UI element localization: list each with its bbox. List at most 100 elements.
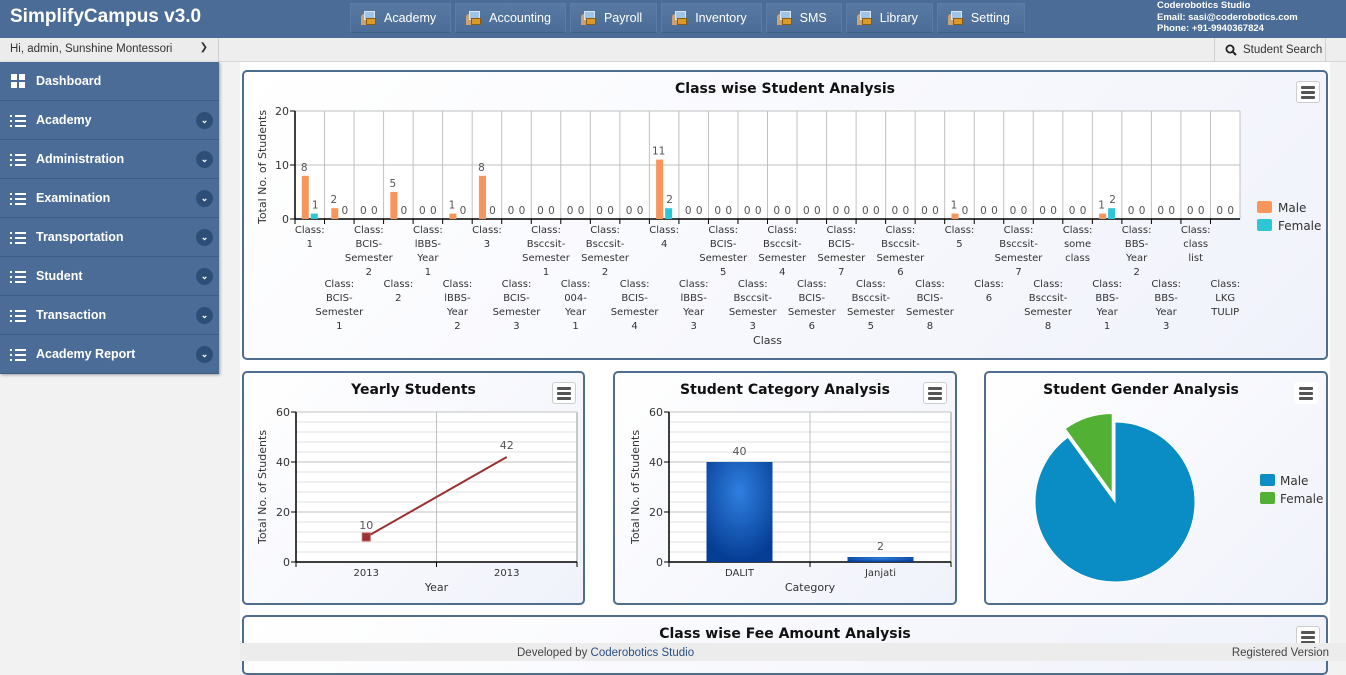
grid-icon xyxy=(10,74,26,88)
expand-chevron-icon[interactable]: ⌄ xyxy=(196,151,213,168)
sidebar-item-transaction[interactable]: Transaction ⌄ xyxy=(0,296,219,335)
data-label: 0 xyxy=(803,205,810,217)
sidebar-item-student[interactable]: Student ⌄ xyxy=(0,257,219,296)
expand-chevron-icon[interactable]: ⌄ xyxy=(196,346,213,363)
x-axis-title: Class xyxy=(753,334,782,347)
sidebar-item-examination[interactable]: Examination ⌄ xyxy=(0,179,219,218)
sidebar-item-academy[interactable]: Academy ⌄ xyxy=(0,101,219,140)
module-accounting-button[interactable]: Accounting xyxy=(455,3,566,33)
module-icon xyxy=(856,10,872,26)
module-icon xyxy=(580,10,596,26)
module-label: Inventory xyxy=(695,11,747,25)
data-label: 0 xyxy=(430,205,437,217)
bar xyxy=(847,557,914,562)
module-library-button[interactable]: Library xyxy=(845,3,933,33)
data-label: 0 xyxy=(1157,205,1164,217)
data-label: 0 xyxy=(360,205,367,217)
y-tick-label: 10 xyxy=(275,159,289,172)
list-icon xyxy=(10,308,26,322)
data-label: 5 xyxy=(390,178,397,190)
y-tick-label: 40 xyxy=(649,456,663,469)
x-tick-label: Class: BBS-Year 1 xyxy=(1092,279,1122,332)
expand-chevron-icon[interactable]: ⌄ xyxy=(196,190,213,207)
x-tick-label: Class: some class xyxy=(1063,225,1093,264)
y-axis-title: Total No. of Students xyxy=(256,110,269,225)
data-label: 0 xyxy=(932,205,939,217)
class-student-analysis-panel: Class wise Student Analysis 0 10 20 8 1 Class… xyxy=(242,70,1328,360)
page-scrollbar[interactable] xyxy=(1330,62,1346,643)
legend-swatch-female xyxy=(1257,219,1272,231)
bar-male xyxy=(656,159,664,219)
data-label: 0 xyxy=(578,205,585,217)
x-tick-label: Class: BCIS-Semester 7 xyxy=(817,225,866,278)
data-label: 0 xyxy=(1021,205,1028,217)
data-label: 0 xyxy=(892,205,899,217)
data-label: 0 xyxy=(1139,205,1146,217)
sub-header: Hi, admin, Sunshine Montessori ❯ Student… xyxy=(0,38,1346,62)
data-label: 0 xyxy=(1039,205,1046,217)
bar-male xyxy=(301,175,309,219)
company-info: Coderobotics Studio Email: sasi@coderobo… xyxy=(1157,0,1298,35)
sidebar-item-label: Transportation xyxy=(36,230,124,244)
data-label: 0 xyxy=(696,205,703,217)
student-gender-chart: Male Female xyxy=(1034,412,1323,583)
module-icon xyxy=(672,10,688,26)
student-search-button[interactable]: Student Search xyxy=(1214,38,1326,62)
module-payroll-button[interactable]: Payroll xyxy=(569,3,658,33)
x-tick-label: Class: BCIS-Semester 4 xyxy=(611,279,660,332)
x-axis-title: Year xyxy=(424,581,449,594)
user-greeting: Hi, admin, Sunshine Montessori xyxy=(10,43,173,55)
sidebar-item-label: Dashboard xyxy=(36,74,102,88)
module-sms-button[interactable]: SMS xyxy=(765,3,842,33)
search-icon xyxy=(1225,44,1237,56)
module-icon xyxy=(466,10,482,26)
legend-label: Female xyxy=(1278,219,1321,233)
module-setting-button[interactable]: Setting xyxy=(936,3,1025,33)
sidebar-item-academy-report[interactable]: Academy Report ⌄ xyxy=(0,335,219,374)
data-label: 1 xyxy=(449,200,456,212)
expand-chevron-icon[interactable]: ⌄ xyxy=(196,229,213,246)
x-tick-label: Class: BCIS-Semester 1 xyxy=(315,279,364,332)
data-label: 0 xyxy=(537,205,544,217)
data-label: 0 xyxy=(519,205,526,217)
pie-slice-male xyxy=(1034,421,1196,583)
x-tick-label: Class: BBS-Year 3 xyxy=(1151,279,1181,332)
y-axis-title: Total No. of Students xyxy=(629,430,642,545)
data-label: 0 xyxy=(1050,205,1057,217)
sidebar-item-administration[interactable]: Administration ⌄ xyxy=(0,140,219,179)
sidebar-item-transportation[interactable]: Transportation ⌄ xyxy=(0,218,219,257)
developed-by: Developed by Coderobotics Studio xyxy=(517,647,695,659)
expand-chevron-icon[interactable]: ⌄ xyxy=(196,112,213,129)
data-label: 1 xyxy=(951,200,958,212)
data-label: 0 xyxy=(962,205,969,217)
data-label: 0 xyxy=(1227,205,1234,217)
list-icon xyxy=(10,347,26,361)
data-label: 0 xyxy=(637,205,644,217)
data-label: 0 xyxy=(784,205,791,217)
sidebar-item-label: Administration xyxy=(36,152,125,166)
list-icon xyxy=(10,191,26,205)
x-tick-label: Class: BCIS-Semester 2 xyxy=(345,225,394,278)
bar-male xyxy=(951,213,959,219)
sidebar-item-label: Student xyxy=(36,269,83,283)
data-label: 8 xyxy=(301,162,308,174)
bar-female xyxy=(665,208,673,219)
y-tick-label: 60 xyxy=(649,406,663,419)
module-academy-button[interactable]: Academy xyxy=(350,3,452,33)
expand-chevron-icon[interactable]: ⌄ xyxy=(196,268,213,285)
expand-chevron-icon[interactable]: ⌄ xyxy=(196,307,213,324)
x-tick-label: Class: lBBS-Year 1 xyxy=(413,225,443,278)
developer-link[interactable]: Coderobotics Studio xyxy=(591,647,695,659)
x-tick-label: Class: 5 xyxy=(945,225,975,250)
x-tick-label: Class: BCIS-Semester 5 xyxy=(699,225,748,278)
sidebar-item-dashboard[interactable]: Dashboard xyxy=(0,62,219,101)
x-tick-label: Class: 1 xyxy=(295,225,325,250)
yearly-students-chart: 0 20 40 60 10 2013 42 2013 Year Total No. of Stud… xyxy=(256,406,578,594)
module-inventory-button[interactable]: Inventory xyxy=(661,3,762,33)
sidebar-item-label: Academy Report xyxy=(36,347,136,361)
data-label: 0 xyxy=(685,205,692,217)
data-label: 0 xyxy=(489,205,496,217)
user-menu[interactable]: Hi, admin, Sunshine Montessori ❯ xyxy=(0,38,219,62)
legend-swatch-female xyxy=(1260,492,1275,504)
list-icon xyxy=(10,113,26,127)
